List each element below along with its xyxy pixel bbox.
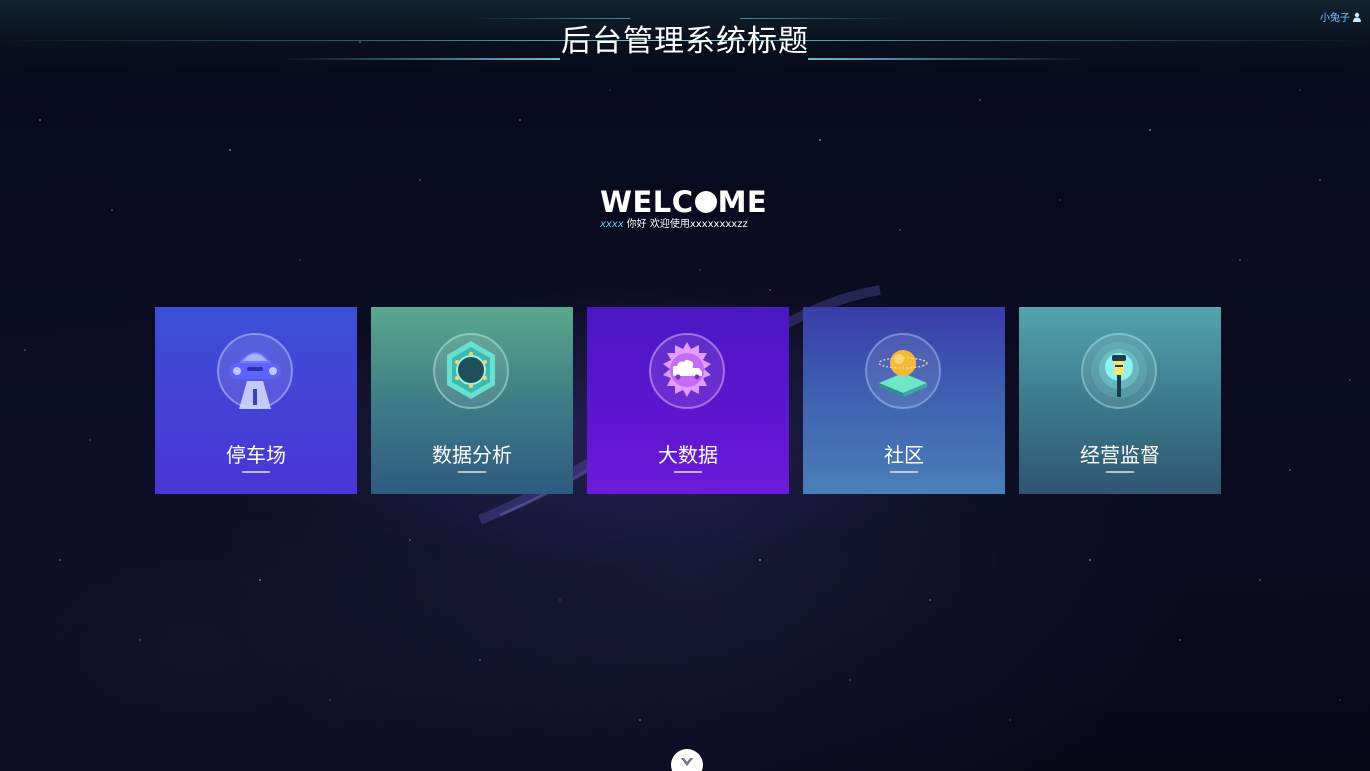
card-label: 大数据	[658, 443, 718, 467]
lamp-icon	[1081, 333, 1157, 409]
module-cards: 停车场 数据分析 大数据 社区 经营监督	[155, 307, 1221, 494]
user-menu[interactable]: 小兔子	[1320, 9, 1362, 24]
truck-badge-icon	[649, 333, 725, 409]
card-data-analysis[interactable]: 数据分析	[371, 307, 573, 494]
card-underline	[242, 471, 270, 473]
hexagon-chart-icon	[433, 333, 509, 409]
card-label: 社区	[884, 443, 924, 467]
car-icon	[217, 333, 293, 409]
user-icon	[1352, 12, 1362, 22]
card-label: 数据分析	[432, 443, 512, 467]
page-title: 后台管理系统标题	[561, 24, 809, 59]
welcome-message: xxxx 你好 欢迎使用xxxxxxxxzz	[600, 218, 780, 232]
card-underline	[1106, 471, 1134, 473]
card-big-data[interactable]: 大数据	[587, 307, 789, 494]
welcome-heading-right: ME	[717, 185, 768, 219]
welcome-heading: WELC ME	[600, 186, 780, 218]
welcome-heading-left: WELC	[600, 185, 694, 219]
card-label: 停车场	[226, 443, 286, 467]
globe-platform-icon	[865, 333, 941, 409]
scroll-down-button[interactable]	[671, 749, 703, 771]
welcome-block: WELC ME xxxx 你好 欢迎使用xxxxxxxxzz	[600, 186, 780, 232]
chevron-down-icon	[681, 757, 693, 766]
welcome-username: xxxx	[600, 219, 624, 230]
welcome-greeting: 你好 欢迎使用xxxxxxxxzz	[626, 219, 748, 230]
welcome-o-dot	[694, 191, 717, 213]
card-underline	[458, 471, 486, 473]
page-header: 后台管理系统标题 小兔子	[0, 0, 1370, 80]
card-business-supervision[interactable]: 经营监督	[1019, 307, 1221, 494]
card-underline	[890, 471, 918, 473]
card-community[interactable]: 社区	[803, 307, 1005, 494]
card-underline	[674, 471, 702, 473]
card-parking[interactable]: 停车场	[155, 307, 357, 494]
card-label: 经营监督	[1080, 443, 1160, 467]
user-name: 小兔子	[1320, 13, 1350, 24]
